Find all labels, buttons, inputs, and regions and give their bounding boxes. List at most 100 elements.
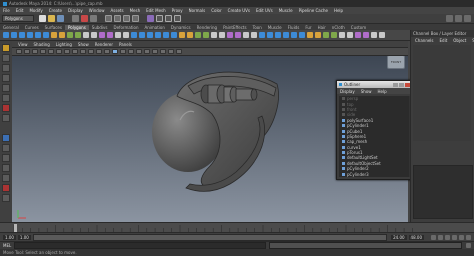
menu-help[interactable]: Help (331, 8, 346, 13)
script-editor-icon[interactable] (466, 243, 471, 248)
flip-triangle-icon[interactable] (235, 32, 241, 38)
menu-window[interactable]: Window (86, 8, 108, 13)
viewport-menu-panels[interactable]: Panels (116, 42, 135, 47)
snap-curve-icon[interactable] (114, 15, 121, 22)
toggle-channel-box-icon[interactable] (464, 15, 471, 22)
fill-hole-icon[interactable] (171, 32, 177, 38)
menu-assets[interactable]: Assets (108, 8, 127, 13)
spherical-map-icon[interactable] (355, 32, 361, 38)
bookmark-icon[interactable] (32, 49, 38, 54)
range-end-field[interactable]: 24.00 (391, 234, 407, 240)
command-input[interactable] (14, 242, 267, 249)
viewport-menu-shading[interactable]: Shading (31, 42, 53, 47)
range-bar[interactable] (32, 233, 388, 241)
menu-create[interactable]: Create (46, 8, 65, 13)
scale-tool-icon[interactable] (2, 94, 10, 102)
shelf-tab-fur[interactable]: Fur (302, 25, 314, 30)
go-to-start-icon[interactable] (431, 234, 436, 240)
outliner-title-bar[interactable]: Outliner (337, 81, 413, 88)
channel-box-menu-edit[interactable]: Edit (437, 38, 451, 43)
layer-editor[interactable] (413, 165, 473, 219)
range-start-field-2[interactable]: 1.00 (17, 234, 31, 240)
menu-mesh[interactable]: Mesh (127, 8, 144, 13)
outliner-item[interactable]: pCylinder3 (339, 171, 409, 177)
view-cube[interactable]: FRONT (387, 56, 405, 69)
history-icon[interactable] (147, 15, 154, 22)
viewport-menu-lighting[interactable]: Lighting (53, 42, 75, 47)
cleanup-icon[interactable] (147, 32, 153, 38)
append-polygon-icon[interactable] (187, 32, 193, 38)
textured-icon[interactable] (128, 49, 134, 54)
menu-proxy[interactable]: Proxy (169, 8, 186, 13)
toggle-tool-settings-icon[interactable] (455, 15, 462, 22)
insert-edge-loop-icon[interactable] (203, 32, 209, 38)
menu-color[interactable]: Color (208, 8, 224, 13)
mode-selector[interactable]: Polygons (2, 15, 34, 22)
outliner-window[interactable]: Outliner Display Show Help persp top front si… (336, 80, 414, 180)
backface-culling-icon[interactable] (176, 49, 182, 54)
menu-muscle[interactable]: Muscle (276, 8, 296, 13)
command-language-label[interactable]: MEL (3, 243, 11, 248)
move-tool-icon[interactable] (2, 74, 10, 82)
play-forward-icon[interactable] (452, 234, 457, 240)
shelf-tab-fluids[interactable]: Fluids (285, 25, 303, 30)
poly-helix-icon[interactable] (75, 32, 81, 38)
shelf-tab-surfaces[interactable]: Surfaces (42, 25, 65, 30)
shelf-tab-painteffects[interactable]: PaintEffects (220, 25, 250, 30)
xray-icon[interactable] (160, 49, 166, 54)
poly-cylinder-icon[interactable] (19, 32, 25, 38)
persp-outliner-layout-icon[interactable] (2, 154, 10, 162)
channel-box-menu-channels[interactable]: Channels (412, 38, 437, 43)
poly-cube-icon[interactable] (11, 32, 17, 38)
shelf-tab-polygons[interactable]: Polygons (64, 24, 89, 30)
separate-icon[interactable] (107, 32, 113, 38)
extract-icon[interactable] (115, 32, 121, 38)
hypershade-layout-icon[interactable] (2, 174, 10, 182)
select-tool-icon[interactable] (2, 44, 10, 52)
bridge-icon[interactable] (275, 32, 281, 38)
isolate-select-icon[interactable] (152, 49, 158, 54)
range-start-field[interactable]: 1.00 (3, 234, 16, 240)
rotate-tool-icon[interactable] (2, 84, 10, 92)
channel-box-menu-show[interactable]: Show (469, 38, 474, 43)
image-plane-icon[interactable] (40, 49, 46, 54)
sculpt-icon[interactable] (323, 32, 329, 38)
outliner-menu-display[interactable]: Display (337, 89, 358, 94)
slide-edge-icon[interactable] (227, 32, 233, 38)
four-view-layout-icon[interactable] (2, 144, 10, 152)
reduce-icon[interactable] (139, 32, 145, 38)
last-tool-icon[interactable] (2, 114, 10, 122)
grid-icon[interactable] (48, 49, 54, 54)
menu-display[interactable]: Display (65, 8, 86, 13)
cylindrical-map-icon[interactable] (347, 32, 353, 38)
layout-uvs-icon[interactable] (371, 32, 377, 38)
minimize-icon[interactable] (393, 82, 398, 87)
field-chart-icon[interactable] (80, 49, 86, 54)
shelf-tab-custom[interactable]: Custom (348, 25, 369, 30)
shelf-tab-deformation[interactable]: Deformation (111, 25, 142, 30)
menu-pipeline-cache[interactable]: Pipeline Cache (296, 8, 331, 13)
quadrangulate-icon[interactable] (163, 32, 169, 38)
extrude-icon[interactable] (267, 32, 273, 38)
new-scene-icon[interactable] (39, 15, 46, 22)
shelf-tab-curves[interactable]: Curves (22, 25, 42, 30)
snap-surface-icon[interactable] (132, 15, 139, 22)
shelf-tab-dynamics[interactable]: Dynamics (168, 25, 194, 30)
gate-mask-icon[interactable] (72, 49, 78, 54)
shelf-tab-toon[interactable]: Toon (250, 25, 265, 30)
split-polygon-icon[interactable] (195, 32, 201, 38)
automatic-map-icon[interactable] (363, 32, 369, 38)
poly-plane-icon[interactable] (35, 32, 41, 38)
poly-prism-icon[interactable] (51, 32, 57, 38)
shelf-tab-subdivs[interactable]: Subdivs (89, 25, 111, 30)
planar-map-icon[interactable] (339, 32, 345, 38)
menu-edit[interactable]: Edit (13, 8, 27, 13)
viewport-menu-view[interactable]: View (15, 42, 31, 47)
shelf-tab-general[interactable]: General (0, 25, 22, 30)
merge-edge-icon[interactable] (291, 32, 297, 38)
menu-create-uvs[interactable]: Create UVs (225, 8, 253, 13)
channel-box-menu-object[interactable]: Object (450, 38, 469, 43)
range-end-field-2[interactable]: 48.00 (408, 234, 424, 240)
snap-grid-icon[interactable] (105, 15, 112, 22)
bevel-icon[interactable] (259, 32, 265, 38)
